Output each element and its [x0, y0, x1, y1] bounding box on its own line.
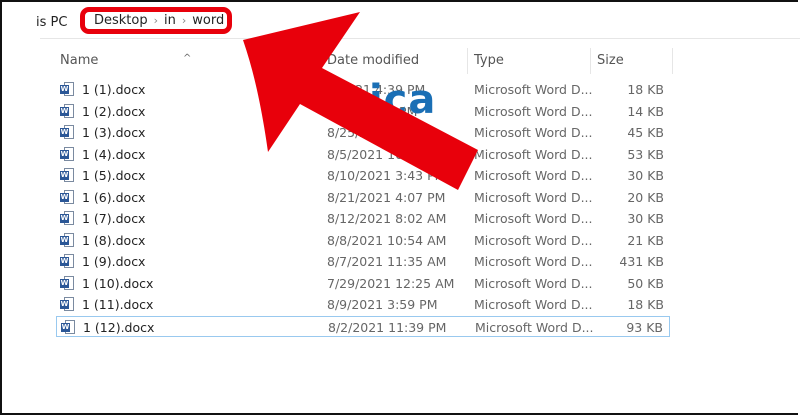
- curved-arrow-icon: [243, 12, 478, 190]
- red-arrow-annotation: [243, 12, 478, 190]
